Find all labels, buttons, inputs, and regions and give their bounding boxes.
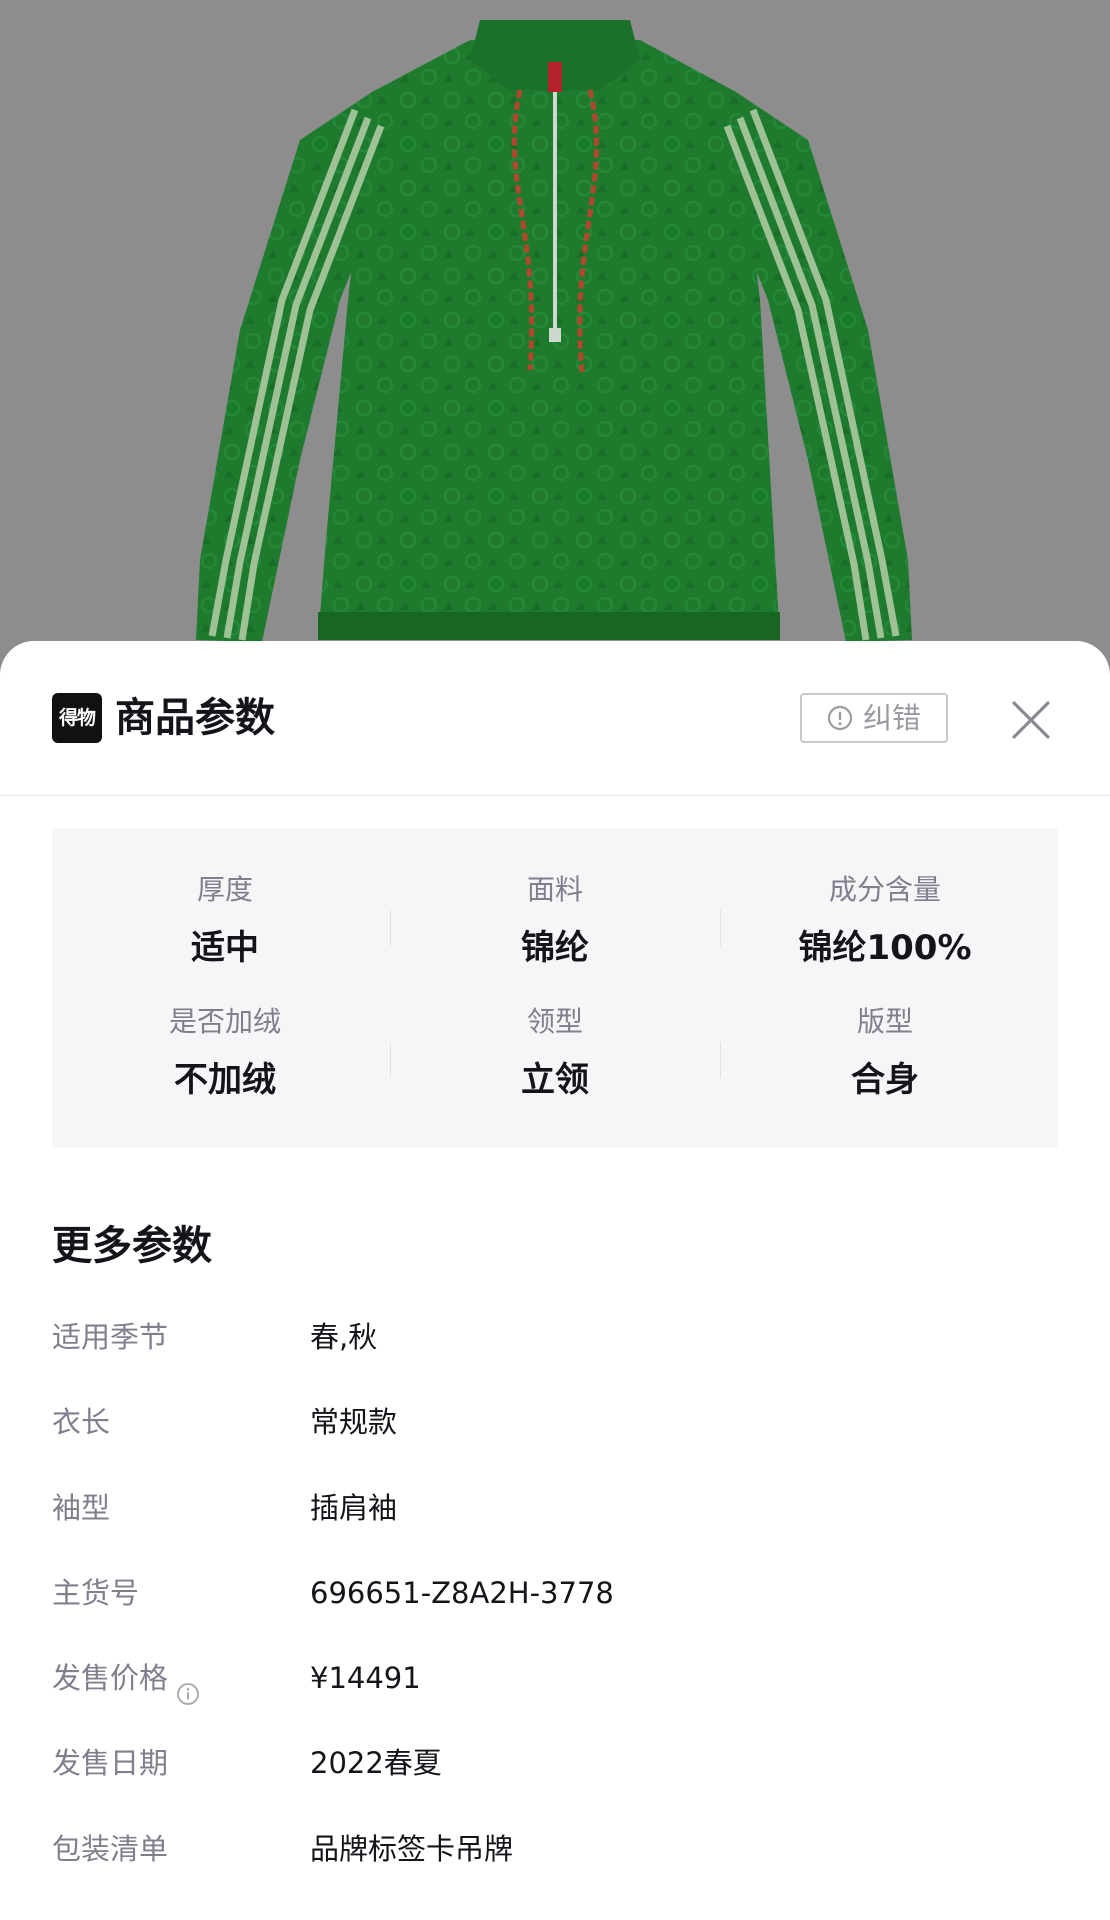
info-icon[interactable] — [176, 1666, 200, 1705]
param-row-release-date: 发售日期 2022春夏 — [52, 1733, 1058, 1793]
param-key: 发售价格 — [52, 1661, 169, 1695]
param-key-with-info: 发售价格 — [52, 1648, 200, 1708]
param-key: 主货号 — [52, 1576, 140, 1610]
spec-label: 成分含量 — [828, 873, 941, 906]
spec-label: 是否加绒 — [168, 1005, 281, 1038]
spec-value: 立领 — [521, 1060, 589, 1100]
param-value: ¥14491 — [310, 1661, 421, 1695]
param-value: 2022春夏 — [310, 1746, 442, 1780]
spec-label: 面料 — [526, 873, 583, 906]
spec-value: 锦纶100% — [798, 928, 972, 968]
product-image — [0, 0, 1110, 660]
param-key: 袖型 — [52, 1491, 111, 1525]
param-value: 春,秋 — [310, 1320, 378, 1354]
product-params-sheet: 得物 商品参数 纠错 厚度 适中 面料 锦纶 成分含量 锦纶100% 是否加绒 … — [0, 641, 1110, 1920]
key-specs-panel: 厚度 适中 面料 锦纶 成分含量 锦纶100% 是否加绒 不加绒 领型 立领 版… — [52, 828, 1058, 1148]
param-value: 696651-Z8A2H-3778 — [310, 1576, 614, 1610]
spec-composition: 成分含量 锦纶100% — [720, 870, 1050, 972]
spec-fleece: 是否加绒 不加绒 — [60, 1002, 390, 1104]
report-error-label: 纠错 — [862, 701, 921, 735]
param-key: 发售日期 — [52, 1746, 169, 1780]
param-row-style-number: 主货号 696651-Z8A2H-3778 — [52, 1563, 1058, 1623]
spec-label: 领型 — [526, 1005, 583, 1038]
spec-value: 不加绒 — [174, 1060, 276, 1100]
spec-fit: 版型 合身 — [720, 1002, 1050, 1104]
param-row-length: 衣长 常规款 — [52, 1392, 1058, 1452]
jacket-illustration — [0, 0, 1110, 660]
spec-label: 厚度 — [196, 873, 253, 906]
spec-value: 锦纶 — [521, 928, 589, 968]
close-icon — [1012, 701, 1050, 739]
param-value: 品牌标签卡吊牌 — [310, 1832, 514, 1866]
param-key: 衣长 — [52, 1405, 111, 1439]
param-row-season: 适用季节 春,秋 — [52, 1307, 1058, 1367]
exclamation-circle-icon — [827, 705, 853, 731]
dewu-logo: 得物 — [52, 693, 102, 743]
param-key: 适用季节 — [52, 1320, 169, 1354]
spec-value: 适中 — [191, 928, 259, 968]
spec-label: 版型 — [856, 1005, 913, 1038]
param-row-package: 包装清单 品牌标签卡吊牌 — [52, 1819, 1058, 1879]
sheet-header: 得物 商品参数 纠错 — [0, 641, 1110, 796]
param-row-price: 发售价格 ¥14491 — [52, 1648, 1058, 1708]
spec-collar: 领型 立领 — [390, 1002, 720, 1104]
more-params-title: 更多参数 — [52, 1223, 212, 1269]
param-row-sleeve: 袖型 插肩袖 — [52, 1478, 1058, 1538]
spec-value: 合身 — [851, 1060, 919, 1100]
spec-fabric: 面料 锦纶 — [390, 870, 720, 972]
param-value: 常规款 — [310, 1405, 398, 1439]
param-value: 插肩袖 — [310, 1491, 398, 1525]
spec-thickness: 厚度 适中 — [60, 870, 390, 972]
sheet-title: 商品参数 — [115, 695, 275, 741]
report-error-button[interactable]: 纠错 — [800, 693, 948, 743]
close-button[interactable] — [1006, 695, 1056, 745]
param-key: 包装清单 — [52, 1832, 169, 1866]
